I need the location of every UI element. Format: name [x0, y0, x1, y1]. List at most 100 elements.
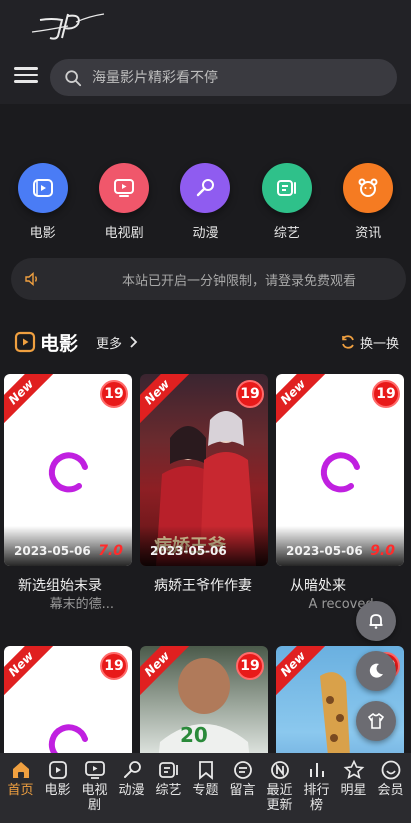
movie-subtitle: 幕末的德...: [49, 597, 114, 612]
search-bar[interactable]: [50, 59, 397, 96]
movie-title[interactable]: 从暗处来: [276, 576, 404, 596]
score: 9.0: [370, 543, 395, 559]
category-label: 综艺: [273, 226, 300, 241]
age-rating-badge: 19: [236, 380, 264, 408]
tab-variety[interactable]: 综艺: [150, 759, 187, 823]
header: [0, 0, 411, 104]
chart-icon: [309, 763, 324, 777]
release-date: 2023-05-06: [150, 544, 227, 558]
release-date: 2023-05-06: [286, 544, 363, 558]
tab-star[interactable]: 明星: [335, 759, 372, 823]
tab-anime[interactable]: 动漫: [113, 759, 150, 823]
variety-icon: [158, 762, 178, 778]
tab-label: 动漫: [118, 783, 145, 798]
tab-movie[interactable]: 电影: [39, 759, 76, 823]
tab-label: 电视剧: [81, 783, 108, 813]
svg-text:20: 20: [180, 723, 208, 747]
tab-label: 综艺: [155, 783, 182, 798]
shirt-icon: [367, 712, 385, 729]
moon-icon: [369, 663, 383, 678]
bookmark-icon: [198, 761, 213, 780]
tab-member[interactable]: 会员: [372, 759, 409, 823]
tab-tv[interactable]: 电视剧: [76, 759, 113, 823]
user-icon: [381, 760, 400, 780]
movie-section-icon: [14, 331, 36, 353]
category-label: 电视剧: [104, 226, 144, 241]
section-title: 电影: [40, 332, 79, 355]
refresh-label: 换一换: [359, 336, 399, 352]
tab-home[interactable]: 首页: [2, 759, 39, 823]
movie-title[interactable]: 新选组始末录: [4, 576, 132, 596]
brush-icon: [180, 163, 231, 213]
movie-card[interactable]: 病娇王爷 New 19 2023-05-06 病娇王爷作作妻: [140, 374, 268, 596]
search-icon: [65, 69, 82, 86]
age-rating-badge: 19: [100, 380, 128, 408]
category-anime[interactable]: 动漫: [170, 163, 240, 241]
movie-poster[interactable]: New 19 2023-05-06 9.0: [276, 374, 404, 566]
movie-card[interactable]: New 19 2023-05-06 9.0 从暗处来 A recoved...: [276, 374, 404, 614]
new-ribbon: New: [4, 646, 56, 699]
home-icon: [12, 762, 29, 778]
new-icon: [270, 761, 289, 779]
tab-label: 会员: [377, 783, 404, 798]
category-label: 电影: [29, 226, 56, 241]
movie-icon: [48, 761, 67, 779]
category-tv[interactable]: 电视剧: [89, 163, 159, 241]
tv-icon: [84, 761, 105, 779]
bell-icon: [369, 614, 383, 629]
release-date: 2023-05-06: [14, 544, 91, 558]
tab-label: 首页: [7, 783, 34, 798]
movie-icon: [17, 163, 68, 213]
category-label: 资讯: [355, 226, 382, 241]
category-variety[interactable]: 综艺: [252, 163, 322, 241]
tab-ranking[interactable]: 排行榜: [298, 759, 335, 823]
new-ribbon: New: [4, 374, 56, 427]
variety-icon: [261, 163, 312, 213]
dark-mode-button[interactable]: [356, 651, 396, 691]
refresh-button[interactable]: 换一换: [340, 333, 399, 352]
star-icon: [343, 759, 364, 780]
speaker-icon: [25, 271, 37, 287]
news-icon: [343, 163, 394, 213]
tv-icon: [99, 163, 150, 213]
tab-label: 明星: [340, 783, 367, 798]
refresh-icon: [342, 335, 354, 349]
age-rating-badge: 19: [100, 652, 128, 680]
tab-label: 排行榜: [303, 783, 330, 813]
more-label: 更多: [96, 336, 123, 352]
score: 7.0: [98, 543, 123, 559]
tab-label: 电影: [44, 783, 71, 798]
menu-button[interactable]: [14, 63, 38, 87]
section-header: 电影 更多 换一换: [14, 328, 399, 356]
notice-bar: 本站已开启一分钟限制，请登录免费观看: [11, 258, 406, 300]
age-rating-badge: 19: [372, 380, 400, 408]
bottom-tab-bar: 首页 电影 电视剧 动漫 综艺 专题 留言 最近更新 排行榜 明星 会员: [0, 753, 411, 823]
new-ribbon: New: [276, 374, 328, 427]
tab-topic[interactable]: 专题: [187, 759, 224, 823]
tab-label: 留言: [229, 783, 256, 798]
category-news[interactable]: 资讯: [333, 163, 403, 241]
brush-icon: [123, 761, 141, 778]
site-logo[interactable]: [28, 8, 108, 42]
chat-float-button[interactable]: [356, 601, 396, 641]
chevron-right-icon: [130, 336, 138, 348]
loading-spinner-icon: [320, 452, 360, 493]
skin-button[interactable]: [356, 701, 396, 741]
message-icon: [233, 761, 252, 779]
tab-label: 最近更新: [266, 783, 293, 813]
tab-recent[interactable]: 最近更新: [261, 759, 298, 823]
age-rating-badge: 19: [236, 652, 264, 680]
category-movie[interactable]: 电影: [8, 163, 78, 241]
loading-spinner-icon: [48, 452, 88, 493]
movie-card[interactable]: New 19 2023-05-06 7.0 新选组始末录 幕末的德...: [4, 374, 132, 614]
movie-title[interactable]: 病娇王爷作作妻: [140, 576, 268, 596]
notice-text: 本站已开启一分钟限制，请登录免费观看: [122, 273, 357, 289]
tab-label: 专题: [192, 783, 219, 798]
movie-poster[interactable]: New 19 2023-05-06 7.0: [4, 374, 132, 566]
category-row: 电影 电视剧 动漫 综艺 资讯: [0, 163, 411, 241]
search-input[interactable]: [92, 69, 382, 86]
movie-poster[interactable]: 病娇王爷 New 19 2023-05-06: [140, 374, 268, 566]
tab-message[interactable]: 留言: [224, 759, 261, 823]
more-link[interactable]: 更多: [96, 333, 140, 352]
category-label: 动漫: [192, 226, 219, 241]
